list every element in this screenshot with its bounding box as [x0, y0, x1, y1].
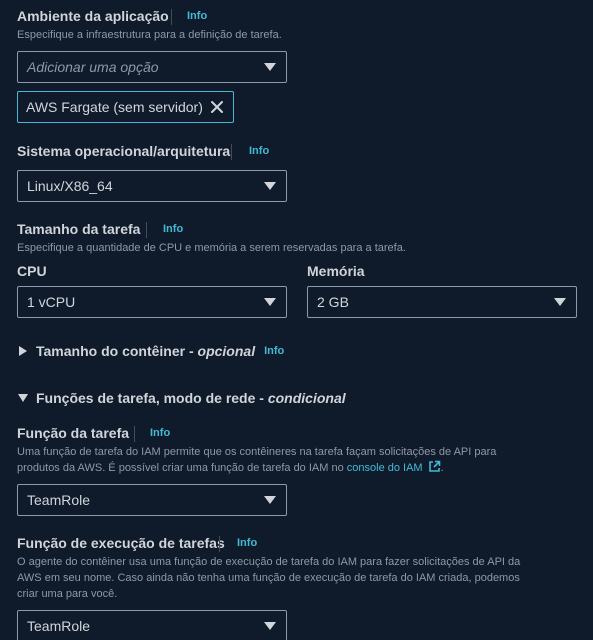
funcao-execucao-select[interactable]: TeamRole: [17, 610, 287, 640]
container-info-link[interactable]: Info: [264, 345, 284, 357]
cpu-select[interactable]: 1 vCPU: [17, 286, 287, 318]
caret-down-icon: [264, 182, 276, 190]
funcao-execucao-value: TeamRole: [27, 618, 91, 634]
separator: [146, 222, 147, 238]
caret-down-icon: [264, 496, 276, 504]
funcao-tarefa-description-1: Uma função de tarefa do IAM permite que …: [17, 446, 497, 458]
ambiente-description: Especifique a infraestrutura para a defi…: [17, 29, 282, 41]
memoria-label: Memória: [307, 263, 365, 279]
caret-right-icon: [19, 346, 27, 356]
description-period: .: [440, 462, 444, 474]
cpu-value: 1 vCPU: [27, 294, 76, 310]
funcoes-conditional: condicional: [267, 390, 346, 406]
tamanho-description: Especifique a quantidade de CPU e memóri…: [17, 242, 406, 254]
tamanho-info-link[interactable]: Info: [163, 223, 183, 235]
container-title: Tamanho do contêiner -: [36, 343, 198, 359]
container-expander[interactable]: Tamanho do contêiner - opcional Info: [19, 343, 284, 359]
console-iam-link[interactable]: console do IAM: [347, 462, 423, 474]
container-optional: opcional: [197, 343, 256, 359]
funcao-execucao-info-link[interactable]: Info: [237, 537, 257, 549]
funcao-execucao-description-2: AWS em seu nome. Caso ainda não tenha um…: [17, 572, 520, 584]
cpu-label: CPU: [17, 263, 47, 279]
close-icon[interactable]: [210, 100, 224, 114]
funcoes-expander[interactable]: Funções de tarefa, modo de rede - condic…: [18, 390, 346, 406]
funcao-execucao-description-1: O agente do contêiner usa uma função de …: [17, 556, 521, 568]
funcao-tarefa-description-2: produtos da AWS. É possível criar uma fu…: [17, 460, 444, 476]
sistema-value: Linux/X86_64: [27, 178, 113, 194]
separator: [219, 536, 220, 552]
funcao-execucao-label: Função de execução de tarefas: [17, 535, 225, 551]
caret-down-icon: [264, 63, 276, 71]
ambiente-placeholder: Adicionar uma opção: [27, 59, 159, 75]
separator: [231, 144, 232, 160]
funcao-tarefa-label: Função da tarefa: [17, 425, 130, 441]
funcao-tarefa-description-text: produtos da AWS. É possível criar uma fu…: [17, 462, 347, 474]
ambiente-token: AWS Fargate (sem servidor): [17, 91, 234, 123]
ambiente-select[interactable]: Adicionar uma opção: [17, 51, 287, 83]
funcao-execucao-description-3: criar uma para você.: [17, 588, 118, 600]
ambiente-info-link[interactable]: Info: [187, 10, 207, 22]
external-link-icon[interactable]: [428, 460, 441, 473]
sistema-label: Sistema operacional/arquitetura: [17, 143, 231, 159]
funcao-tarefa-select[interactable]: TeamRole: [17, 484, 287, 516]
memoria-value: 2 GB: [317, 294, 349, 310]
tamanho-label: Tamanho da tarefa: [17, 221, 141, 237]
funcoes-title: Funções de tarefa, modo de rede -: [36, 390, 268, 406]
caret-down-icon: [554, 298, 566, 306]
sistema-select[interactable]: Linux/X86_64: [17, 170, 287, 202]
sistema-info-link[interactable]: Info: [249, 145, 269, 157]
caret-down-icon: [18, 394, 28, 402]
separator: [171, 9, 172, 25]
funcao-tarefa-info-link[interactable]: Info: [150, 427, 170, 439]
memoria-select[interactable]: 2 GB: [307, 286, 577, 318]
separator: [134, 426, 135, 442]
token-label: AWS Fargate (sem servidor): [26, 99, 203, 115]
ambiente-label: Ambiente da aplicação: [17, 8, 169, 24]
caret-down-icon: [264, 622, 276, 630]
caret-down-icon: [264, 298, 276, 306]
funcao-tarefa-value: TeamRole: [27, 492, 91, 508]
